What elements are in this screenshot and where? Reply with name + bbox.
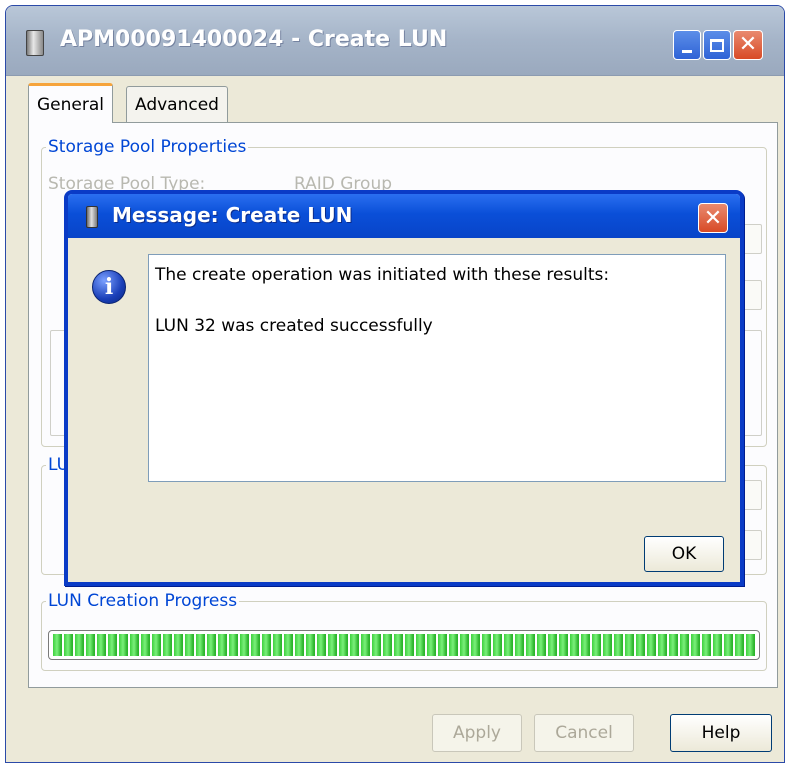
lun-creation-progress-group: LUN Creation Progress: [41, 591, 767, 671]
tab-general[interactable]: General: [28, 83, 113, 123]
message-line-1: The create operation was initiated with …: [155, 265, 610, 285]
storage-icon: [86, 206, 98, 228]
lun-creation-progress-bar: [48, 630, 760, 660]
window-titlebar[interactable]: APM00091400024 - Create LUN ✕: [6, 6, 784, 76]
ok-button[interactable]: OK: [644, 536, 724, 572]
close-icon: ✕: [703, 205, 723, 231]
message-line-2: LUN 32 was created successfully: [155, 316, 433, 336]
window-title: APM00091400024 - Create LUN: [60, 27, 448, 52]
dialog-title: Message: Create LUN: [112, 203, 353, 227]
info-icon-glyph: i: [104, 274, 114, 300]
storage-icon: [26, 30, 44, 56]
apply-button[interactable]: Apply: [432, 714, 522, 752]
dialog-titlebar[interactable]: Message: Create LUN ✕: [68, 194, 740, 238]
message-dialog: Message: Create LUN ✕ i The create opera…: [64, 190, 744, 586]
lun-creation-progress-legend: LUN Creation Progress: [46, 591, 240, 611]
cancel-button[interactable]: Cancel: [534, 714, 634, 752]
close-icon: ✕: [738, 32, 758, 57]
message-text-area[interactable]: The create operation was initiated with …: [148, 254, 726, 482]
maximize-icon: [710, 38, 724, 52]
minimize-button[interactable]: [673, 30, 701, 60]
minimize-icon: [682, 49, 692, 53]
dialog-close-button[interactable]: ✕: [698, 203, 728, 233]
tab-advanced[interactable]: Advanced: [126, 86, 228, 122]
progress-bar-fill: [53, 634, 755, 656]
info-icon: i: [92, 270, 126, 304]
close-button[interactable]: ✕: [733, 30, 763, 60]
help-button[interactable]: Help: [670, 714, 772, 752]
maximize-button[interactable]: [703, 30, 731, 60]
storage-pool-properties-legend: Storage Pool Properties: [46, 137, 249, 157]
